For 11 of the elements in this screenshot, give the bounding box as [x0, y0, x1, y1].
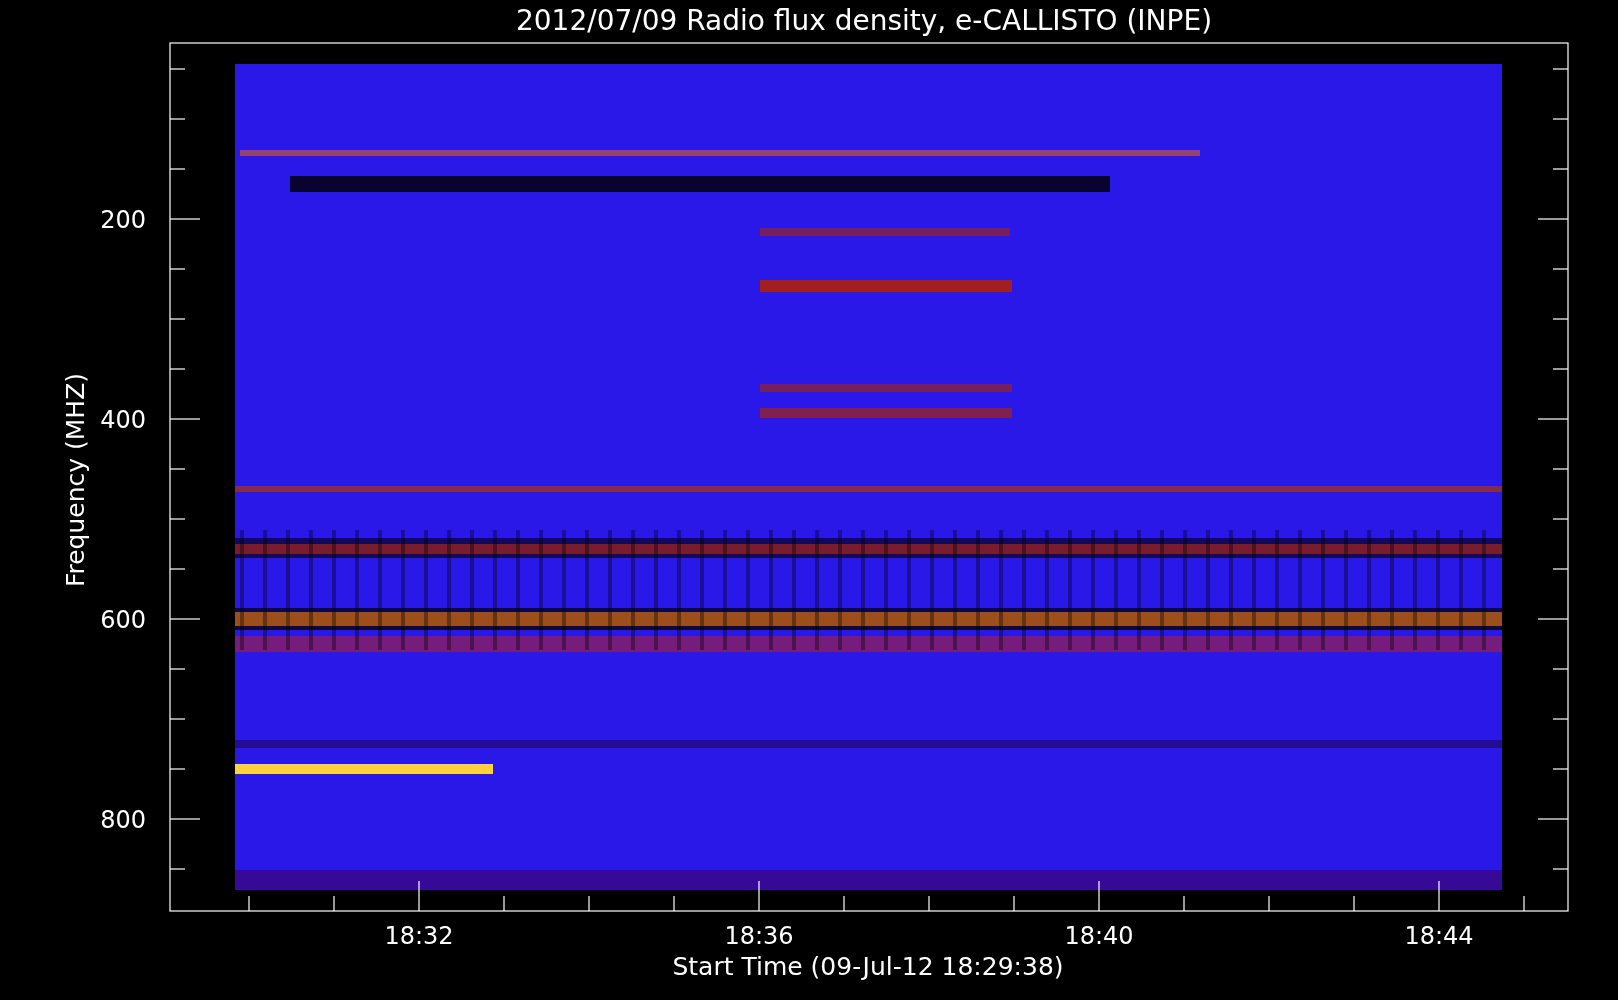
y-tick-label: 800	[100, 806, 146, 834]
x-tick-label: 18:36	[724, 922, 794, 950]
y-tick-label: 200	[100, 206, 146, 234]
chart-title: 2012/07/09 Radio flux density, e-CALLISTO (INPE)	[515, 4, 1213, 37]
x-tick-label: 18:32	[384, 922, 454, 950]
x-tick-label: 18:40	[1064, 922, 1134, 950]
y-tick-label: 600	[100, 606, 146, 634]
x-tick-label: 18:44	[1404, 922, 1474, 950]
y-tick-label: 400	[100, 406, 146, 434]
x-axis-label: Start Time (09-Jul-12 18:29:38)	[672, 952, 1064, 981]
y-axis-label: Frequency (MHZ)	[61, 372, 90, 588]
